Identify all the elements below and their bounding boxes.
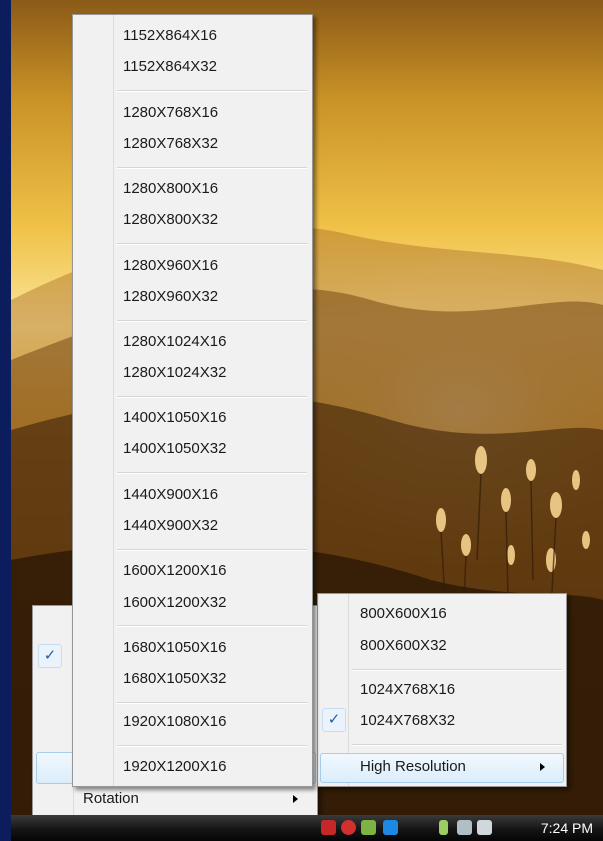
menu-item-1920x1200x16[interactable]: 1920X1200X16 [123, 757, 226, 777]
menu-item-high-resolution[interactable]: High Resolution [360, 757, 466, 777]
menu-separator [117, 472, 307, 474]
menu-item-800x600x32[interactable]: 800X600X32 [360, 636, 447, 656]
menu-item-1280x800x32[interactable]: 1280X800X32 [123, 210, 218, 230]
menu-item-1280x768x32[interactable]: 1280X768X32 [123, 134, 218, 154]
menu-item-1152x864x32[interactable]: 1152X864X32 [123, 57, 217, 77]
safely-remove-hardware-icon[interactable] [361, 820, 376, 835]
menu-item-1024x768x16[interactable]: 1024X768X16 [360, 680, 455, 700]
menu-item-1600x1200x32[interactable]: 1600X1200X32 [123, 593, 226, 613]
menu-gutter [33, 606, 74, 818]
menu-item-1280x800x16[interactable]: 1280X800X16 [123, 179, 218, 199]
menu-item-1440x900x32[interactable]: 1440X900X32 [123, 516, 218, 536]
taskbar-clock[interactable]: 7:24 PM [541, 820, 593, 836]
menu-separator [117, 320, 307, 322]
main-menu-checkmark-icon: ✓ [38, 644, 62, 668]
menu-item-1280x1024x32[interactable]: 1280X1024X32 [123, 363, 226, 383]
menu-item-1024x768x32[interactable]: 1024X768X32 [360, 711, 455, 731]
menu-separator [117, 702, 307, 704]
submenu-gutter [73, 15, 114, 786]
menu-item-1440x900x16[interactable]: 1440X900X16 [123, 485, 218, 505]
intel-graphics-tray-icon[interactable] [383, 820, 398, 835]
menu-separator [117, 745, 307, 747]
taskbar: 7:24 PM [11, 815, 603, 841]
menu-separator [117, 167, 307, 169]
menu-item-rotation[interactable]: Rotation [83, 789, 139, 809]
menu-item-1280x960x16[interactable]: 1280X960X16 [123, 256, 218, 276]
menu-item-1400x1050x16[interactable]: 1400X1050X16 [123, 408, 226, 428]
window-frame-left [0, 0, 11, 841]
volume-icon[interactable] [477, 820, 492, 835]
menu-item-1680x1050x16[interactable]: 1680X1050X16 [123, 638, 226, 658]
checkmark-icon: ✓ [322, 708, 346, 732]
menu-item-1152x864x16[interactable]: 1152X864X16 [123, 26, 217, 46]
menu-item-1680x1050x32[interactable]: 1680X1050X32 [123, 669, 226, 689]
menu-separator [117, 549, 307, 551]
menu-separator [117, 396, 307, 398]
menu-item-1280x960x32[interactable]: 1280X960X32 [123, 287, 218, 307]
menu-item-800x600x16[interactable]: 800X600X16 [360, 604, 447, 624]
security-alert-icon[interactable] [341, 820, 356, 835]
menu-separator [117, 625, 307, 627]
graphics-driver-icon[interactable] [321, 820, 336, 835]
resolution-submenu: 800X600X16 800X600X32 1024X768X16 ✓ 1024… [317, 593, 567, 787]
menu-item-1600x1200x16[interactable]: 1600X1200X16 [123, 561, 226, 581]
menu-separator [352, 744, 562, 746]
menu-item-1400x1050x32[interactable]: 1400X1050X32 [123, 439, 226, 459]
menu-separator [352, 669, 562, 671]
rotation-submenu-arrow-icon [293, 795, 298, 803]
menu-separator [117, 243, 307, 245]
menu-item-1280x768x16[interactable]: 1280X768X16 [123, 103, 218, 123]
network-disconnected-icon[interactable] [457, 820, 472, 835]
menu-separator [117, 90, 307, 92]
menu-item-1280x1024x16[interactable]: 1280X1024X16 [123, 332, 226, 352]
menu-item-1920x1080x16[interactable]: 1920X1080X16 [123, 712, 226, 732]
battery-icon[interactable] [439, 820, 448, 835]
high-resolution-submenu: 1152X864X16 1152X864X32 1280X768X16 1280… [72, 14, 313, 787]
high-resolution-submenu-arrow-icon [540, 763, 545, 771]
